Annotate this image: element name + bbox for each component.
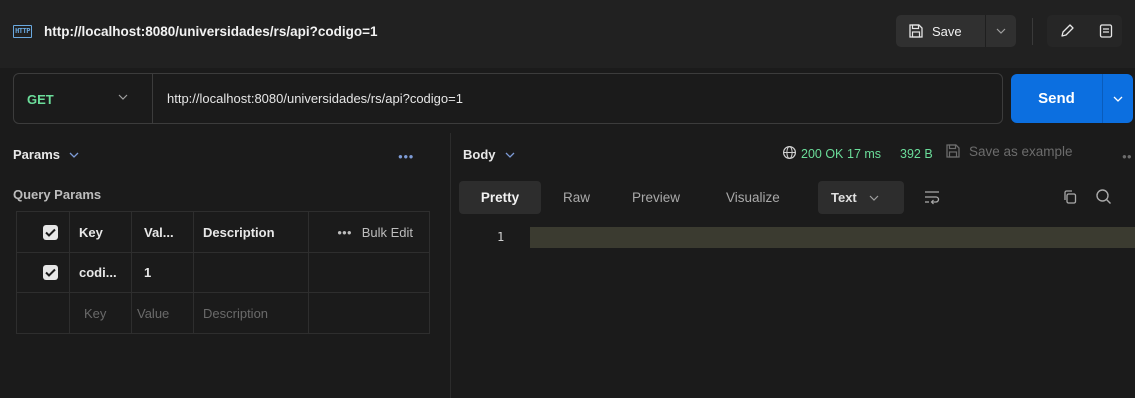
column-header-description: Description xyxy=(203,224,275,240)
tab-body[interactable]: Body xyxy=(463,147,515,162)
param-description[interactable] xyxy=(193,253,308,292)
table-row-new: Key Value Description xyxy=(17,293,429,333)
pencil-icon xyxy=(1061,24,1074,37)
more-options-icon[interactable]: ●● xyxy=(1122,152,1132,161)
tab-params-label: Params xyxy=(13,147,60,162)
new-description-input[interactable]: Description xyxy=(193,293,308,333)
search-icon[interactable] xyxy=(1095,188,1112,205)
save-icon xyxy=(909,24,923,38)
title-bar: HTTP http://localhost:8080/universidades… xyxy=(0,0,1135,68)
format-dropdown[interactable]: Text xyxy=(818,181,904,214)
param-key[interactable]: codi... xyxy=(69,253,131,292)
tab-pretty[interactable]: Pretty xyxy=(459,181,541,214)
checkmark-icon xyxy=(45,228,56,237)
more-options-icon[interactable]: ●●● xyxy=(398,152,414,161)
status-code[interactable]: 200 OK xyxy=(801,147,843,161)
bulk-edit-label: Bulk Edit xyxy=(361,224,413,240)
chevron-down-icon xyxy=(996,28,1006,34)
http-icon: HTTP xyxy=(13,25,32,38)
request-panel: Params ●●● Query Params Key Val... Descr… xyxy=(0,133,449,398)
format-label: Text xyxy=(831,190,857,205)
new-key-input[interactable]: Key xyxy=(69,293,131,333)
divider xyxy=(1032,18,1033,45)
save-button[interactable]: Save xyxy=(896,15,986,47)
response-time[interactable]: 17 ms xyxy=(847,147,881,161)
copy-icon[interactable] xyxy=(1062,189,1078,205)
save-icon xyxy=(946,144,960,158)
edit-toolbar xyxy=(1047,15,1122,47)
divider xyxy=(152,74,153,123)
chevron-down-icon xyxy=(505,152,514,158)
select-all-checkbox[interactable] xyxy=(31,212,69,252)
tab-params[interactable]: Params xyxy=(13,147,79,162)
chevron-down-icon xyxy=(869,195,879,201)
save-label: Save xyxy=(932,23,962,39)
tab-body-label: Body xyxy=(463,147,496,162)
tab-raw[interactable]: Raw xyxy=(563,181,590,214)
request-title[interactable]: http://localhost:8080/universidades/rs/a… xyxy=(44,24,377,39)
send-button-group: Send xyxy=(1011,74,1133,123)
more-options-icon: ●●● xyxy=(337,227,352,237)
row-checkbox[interactable] xyxy=(31,253,69,292)
line-number: 1 xyxy=(497,230,505,244)
response-view-toolbar: Pretty Raw Preview Visualize Text xyxy=(459,181,1129,215)
save-as-example-button[interactable]: Save as example xyxy=(945,143,1073,159)
response-editor[interactable]: 1 xyxy=(451,225,1135,249)
document-icon xyxy=(1099,24,1113,38)
globe-icon[interactable] xyxy=(782,145,797,160)
documentation-button[interactable] xyxy=(1096,21,1116,41)
active-line-highlight xyxy=(530,227,1135,248)
column-header-value: Val... xyxy=(144,224,174,240)
chevron-down-icon xyxy=(1113,96,1123,102)
chevron-down-icon xyxy=(69,152,79,158)
table-header-row: Key Val... Description ●●● Bulk Edit xyxy=(17,212,429,253)
bulk-edit-button[interactable]: ●●● Bulk Edit xyxy=(337,212,413,252)
column-header-key: Key xyxy=(79,224,103,240)
response-size[interactable]: 392 B xyxy=(900,147,933,161)
tab-visualize[interactable]: Visualize xyxy=(726,181,780,214)
url-input[interactable] xyxy=(167,91,967,106)
send-button[interactable]: Send xyxy=(1011,74,1102,123)
query-params-heading: Query Params xyxy=(13,187,102,202)
edit-button[interactable] xyxy=(1057,21,1077,41)
checkmark-icon xyxy=(45,268,56,277)
method-selector[interactable]: GET xyxy=(27,92,54,107)
param-value[interactable]: 1 xyxy=(131,253,193,292)
url-bar: GET xyxy=(13,73,1003,124)
save-options-button[interactable] xyxy=(986,15,1016,47)
wrap-lines-icon[interactable] xyxy=(923,189,941,205)
tab-preview[interactable]: Preview xyxy=(632,181,680,214)
table-row: codi... 1 xyxy=(17,253,429,293)
chevron-down-icon[interactable] xyxy=(118,94,128,100)
save-as-example-label: Save as example xyxy=(969,143,1073,159)
response-panel: Body 200 OK 17 ms 392 B Save as example … xyxy=(450,133,1135,398)
send-options-button[interactable] xyxy=(1103,74,1133,123)
save-button-group: Save xyxy=(896,15,1016,47)
query-params-table: Key Val... Description ●●● Bulk Edit cod… xyxy=(16,211,430,334)
new-value-input[interactable]: Value xyxy=(131,293,193,333)
